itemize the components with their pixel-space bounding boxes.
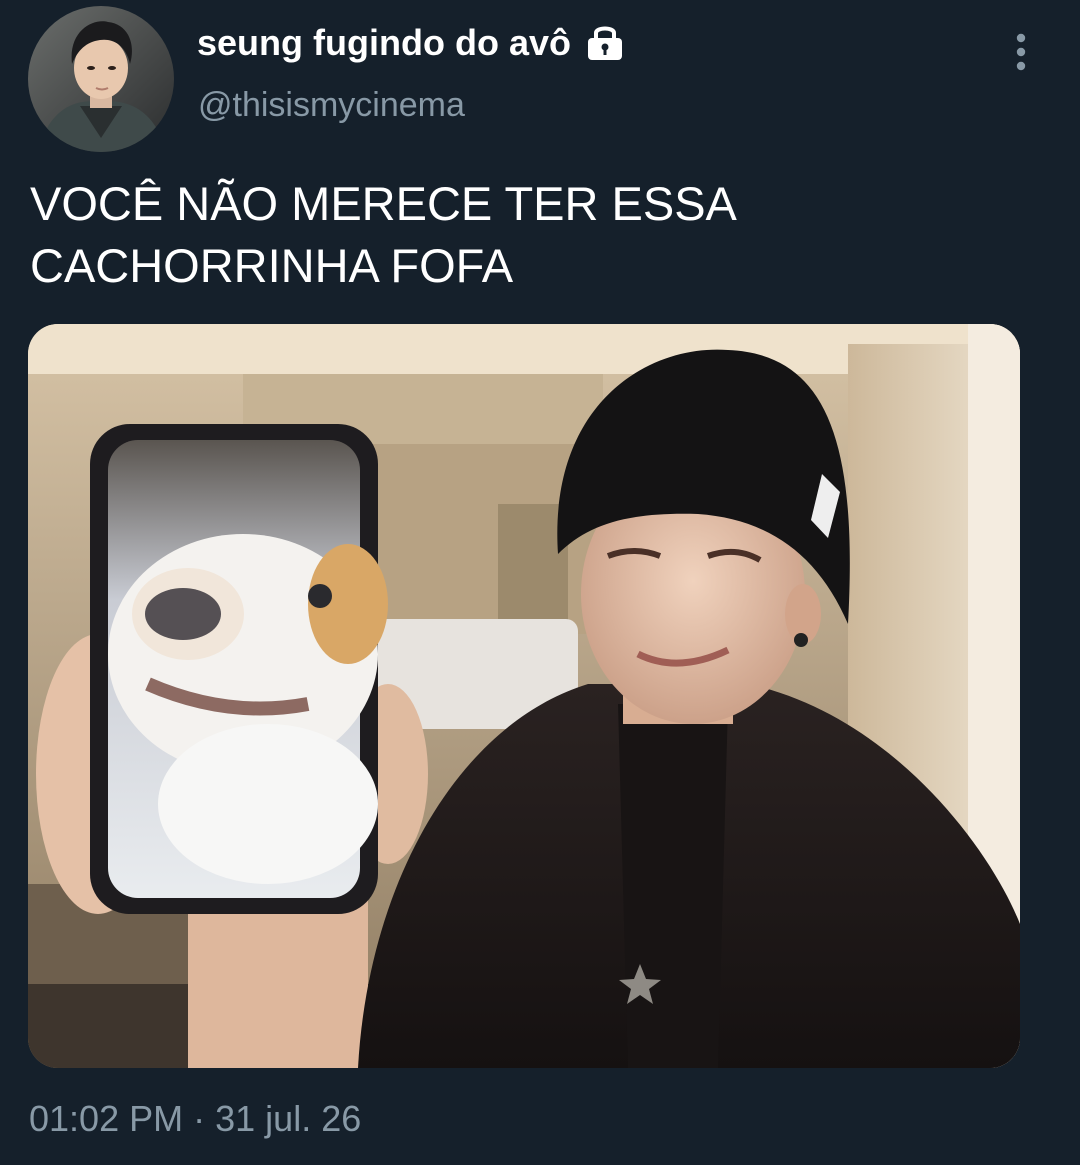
- more-vertical-icon[interactable]: [1003, 30, 1039, 74]
- author-handle[interactable]: @thisismycinema: [198, 86, 465, 125]
- tweet-photo[interactable]: [28, 324, 1020, 1068]
- avatar-image: [28, 6, 174, 152]
- author-display-name[interactable]: seung fugindo do avô: [197, 22, 571, 64]
- timestamp-separator: ·: [193, 1098, 206, 1139]
- author-avatar[interactable]: [28, 6, 174, 152]
- lock-icon: [588, 26, 622, 60]
- photo-image: [28, 324, 1020, 1068]
- tweet-text: VOCÊ NÃO MERECE TER ESSA CACHORRINHA FOF…: [30, 177, 737, 292]
- tweet-time: 01:02 PM: [29, 1098, 184, 1139]
- tweet-timestamp[interactable]: 01:02 PM · 31 jul. 26: [29, 1098, 361, 1140]
- tweet[interactable]: seung fugindo do avô @thisismycinema VOC…: [0, 0, 1080, 1165]
- tweet-date: 31 jul. 26: [215, 1098, 362, 1139]
